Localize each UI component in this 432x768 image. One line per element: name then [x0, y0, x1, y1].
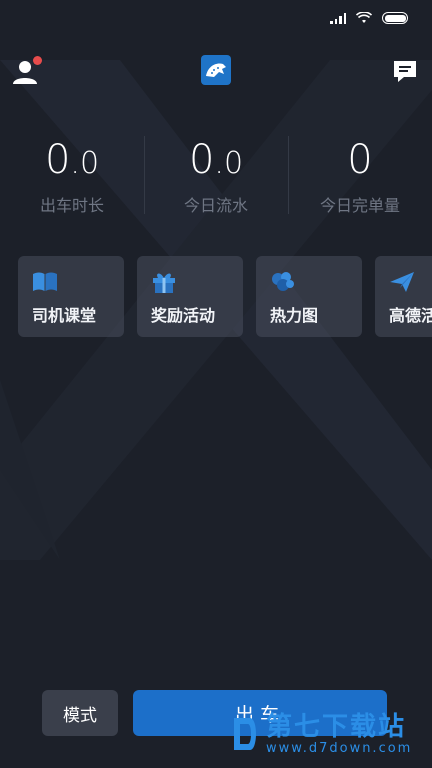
watermark-url: www.d7down.com — [266, 740, 413, 756]
tool-label: 高德活 — [389, 306, 432, 325]
tool-heatmap[interactable]: 热力图 — [256, 256, 362, 337]
stat-today-revenue: 0.0 今日流水 — [144, 134, 288, 218]
background-pattern — [0, 0, 432, 768]
heatmap-icon — [272, 272, 294, 291]
paper-plane-icon — [390, 272, 414, 292]
stats-panel: 0.0 出车时长 0.0 今日流水 0 今日完单量 — [0, 134, 432, 218]
stat-label: 出车时长 — [39, 196, 104, 215]
book-icon — [33, 272, 57, 291]
stat-value: 0 — [188, 137, 215, 183]
tool-amap-activity[interactable]: 高德活 — [375, 256, 432, 337]
signal-icon — [330, 12, 346, 24]
stat-today-orders: 0 今日完单量 — [288, 134, 432, 218]
message-icon[interactable] — [392, 58, 418, 84]
notification-dot — [33, 56, 42, 65]
tool-label: 奖励活动 — [151, 306, 216, 325]
header — [0, 50, 432, 90]
stat-label: 今日完单量 — [319, 196, 400, 215]
mode-button[interactable]: 模式 — [42, 690, 118, 736]
tools-row: 司机课堂 奖励活动 热力图 高德活 — [18, 256, 432, 338]
status-bar — [0, 0, 432, 36]
stat-value-decimal: .0 — [214, 146, 244, 181]
tool-label: 司机课堂 — [32, 306, 97, 325]
battery-icon — [382, 12, 408, 24]
stat-label: 今日流水 — [183, 196, 248, 215]
watermark-logo-icon — [234, 718, 256, 750]
user-icon[interactable] — [12, 54, 44, 86]
tool-rewards[interactable]: 奖励活动 — [137, 256, 243, 337]
watermark-name: 第七下载站 — [266, 711, 407, 742]
wifi-icon — [356, 12, 372, 23]
tool-driver-classroom[interactable]: 司机课堂 — [18, 256, 124, 337]
watermark: 第七下载站 www.d7down.com — [230, 704, 430, 764]
stat-value: 0 — [44, 137, 71, 183]
stat-value-decimal: .0 — [70, 146, 100, 181]
gift-icon — [153, 273, 175, 293]
stat-drive-time: 0.0 出车时长 — [0, 134, 144, 218]
leopard-logo-icon — [201, 55, 231, 85]
stat-value: 0 — [347, 137, 373, 183]
tool-label: 热力图 — [270, 306, 319, 325]
